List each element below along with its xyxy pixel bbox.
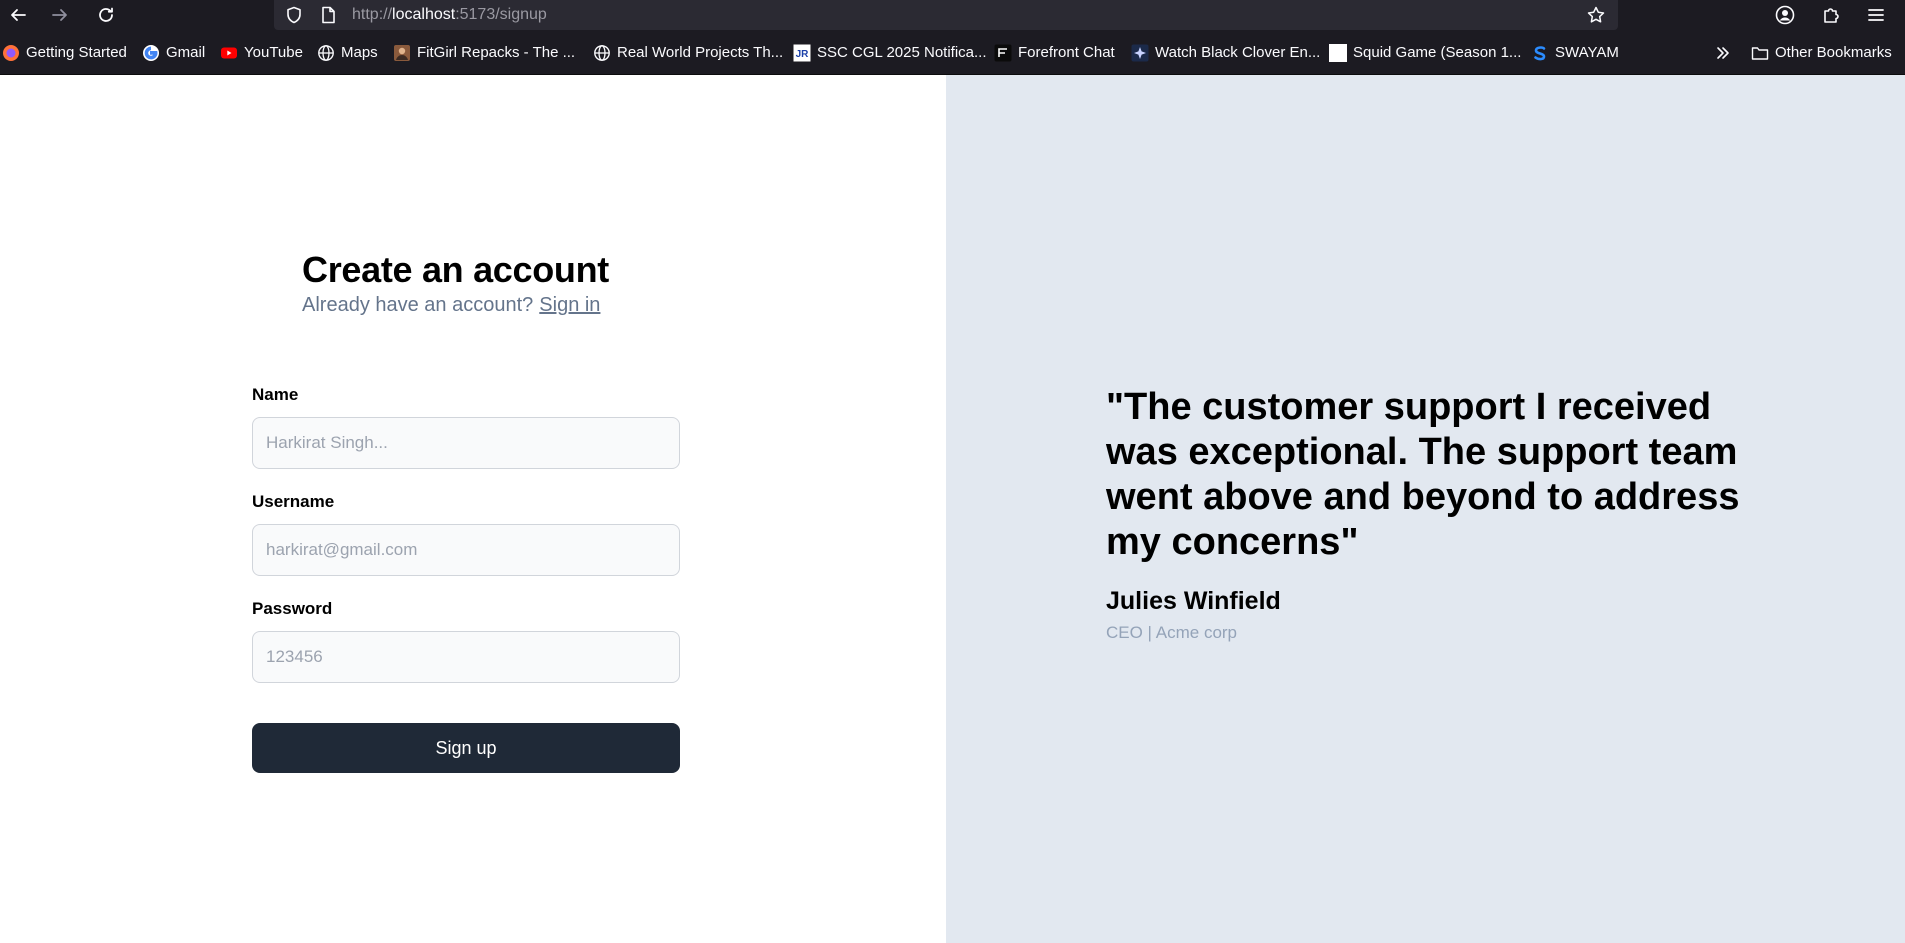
back-button[interactable] <box>0 0 36 30</box>
bookmarks-bar: Getting Started Gmail YouTube Maps FitGi… <box>0 30 1905 75</box>
reload-button[interactable] <box>88 0 124 30</box>
bookmark-real-world-projects[interactable]: Real World Projects Th... <box>593 30 783 75</box>
account-button[interactable] <box>1772 3 1798 27</box>
other-bookmarks-folder[interactable]: Other Bookmarks <box>1751 30 1892 75</box>
blackclover-icon <box>1131 44 1149 62</box>
signin-link[interactable]: Sign in <box>539 294 600 316</box>
url-bar[interactable]: http://localhost:5173/signup <box>274 0 1618 30</box>
forefront-icon <box>994 44 1012 62</box>
bookmark-label: Maps <box>341 44 378 61</box>
other-bookmarks-label: Other Bookmarks <box>1775 44 1892 61</box>
account-icon <box>1775 5 1795 25</box>
menu-button[interactable] <box>1863 3 1889 27</box>
shield-icon[interactable] <box>284 5 304 25</box>
signup-panel: Create an account Already have an accoun… <box>0 75 946 943</box>
folder-icon <box>1751 44 1769 62</box>
svg-text:JR: JR <box>796 49 810 60</box>
page-title: Create an account <box>302 249 609 290</box>
bookmark-ssc-cgl[interactable]: JR SSC CGL 2025 Notifica... <box>793 30 987 75</box>
chevrons-right-icon <box>1714 44 1732 62</box>
url-path: :5173/signup <box>455 6 547 23</box>
username-label: Username <box>252 492 335 511</box>
password-input[interactable] <box>252 631 680 683</box>
testimonial-quote: "The customer support I received was exc… <box>1106 386 1740 563</box>
bookmark-black-clover[interactable]: Watch Black Clover En... <box>1131 30 1320 75</box>
username-input[interactable] <box>252 524 680 576</box>
bookmark-label: Watch Black Clover En... <box>1155 44 1321 61</box>
page-info-icon[interactable] <box>318 5 338 25</box>
blank-page-icon <box>1329 43 1347 62</box>
page-content: Create an account Already have an accoun… <box>0 75 1905 943</box>
bookmark-label: Gmail <box>166 44 206 61</box>
bookmark-label: FitGirl Repacks - The ... <box>417 44 576 61</box>
testimonial-author: Julies Winfield <box>1106 587 1281 615</box>
name-input[interactable] <box>252 417 680 469</box>
puzzle-icon <box>1824 8 1839 23</box>
bookmark-label: SSC CGL 2025 Notifica... <box>817 44 987 61</box>
swayam-icon <box>1531 44 1549 62</box>
bookmark-label: Forefront Chat <box>1018 44 1115 61</box>
bookmark-forefront-chat[interactable]: Forefront Chat <box>994 30 1115 75</box>
google-icon <box>142 44 160 62</box>
bookmark-label: SWAYAM <box>1555 44 1619 61</box>
forward-button[interactable] <box>42 0 78 30</box>
bookmark-label: YouTube <box>244 44 303 61</box>
bookmark-swayam[interactable]: SWAYAM <box>1531 30 1619 75</box>
bookmarks-overflow-button[interactable] <box>1714 30 1738 75</box>
fitgirl-icon <box>393 44 411 62</box>
hamburger-icon <box>1868 9 1884 21</box>
bookmark-label: Squid Game (Season 1... <box>1353 44 1522 61</box>
browser-toolbar: http://localhost:5173/signup <box>0 0 1905 30</box>
url-scheme: http:// <box>352 6 393 23</box>
bookmark-fitgirl[interactable]: FitGirl Repacks - The ... <box>393 30 575 75</box>
extensions-button[interactable] <box>1818 3 1844 27</box>
signin-prompt-text: Already have an account? <box>302 294 534 316</box>
url-text[interactable]: http://localhost:5173/signup <box>352 6 547 24</box>
arrow-left-icon <box>11 9 26 21</box>
bookmark-youtube[interactable]: YouTube <box>220 30 303 75</box>
arrow-right-icon <box>52 9 67 21</box>
bookmark-gmail[interactable]: Gmail <box>142 30 205 75</box>
reload-icon <box>99 7 113 22</box>
bookmark-squid-game[interactable]: Squid Game (Season 1... <box>1329 30 1521 75</box>
signin-prompt: Already have an account? Sign in <box>302 294 600 317</box>
bookmark-maps[interactable]: Maps <box>317 30 378 75</box>
url-host: localhost <box>392 6 456 23</box>
bookmark-getting-started[interactable]: Getting Started <box>2 30 127 75</box>
youtube-icon <box>220 44 238 62</box>
globe-icon <box>317 44 335 62</box>
testimonial-role: CEO | Acme corp <box>1106 623 1238 642</box>
firefox-icon <box>2 44 20 62</box>
name-label: Name <box>252 385 299 404</box>
bookmark-label: Real World Projects Th... <box>617 44 784 61</box>
signup-button[interactable]: Sign up <box>252 723 680 773</box>
password-label: Password <box>252 599 333 618</box>
testimonial-panel: "The customer support I received was exc… <box>946 75 1905 943</box>
bookmark-label: Getting Started <box>26 44 127 61</box>
star-icon[interactable] <box>1586 5 1606 25</box>
globe-icon <box>593 44 611 62</box>
jr-icon: JR <box>793 44 811 62</box>
